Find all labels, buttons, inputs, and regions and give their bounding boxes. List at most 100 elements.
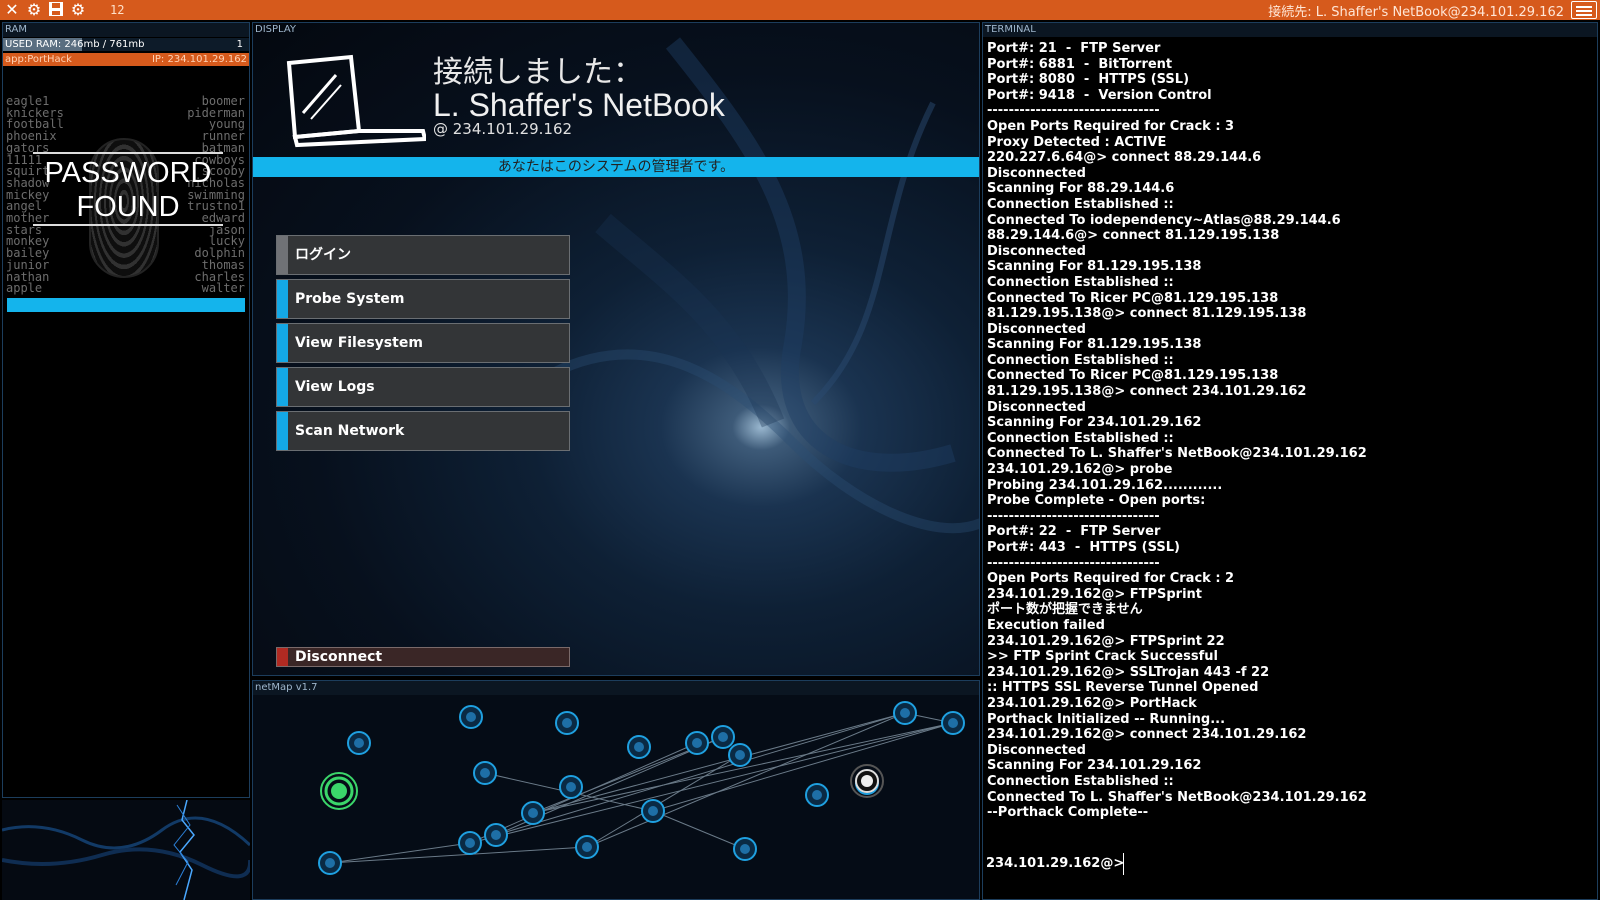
network-node[interactable]	[893, 701, 917, 725]
terminal-line: Connection Established ::	[987, 196, 1174, 212]
terminal-line: 234.101.29.162@> SSLTrojan 443 -f 22	[987, 664, 1270, 680]
terminal-line: 234.101.29.162@> connect 234.101.29.162	[987, 727, 1307, 743]
terminal-line: Connected To L. Shaffer's NetBook@234.10…	[987, 789, 1367, 805]
terminal-prompt[interactable]: 234.101.29.162@>	[986, 856, 1124, 871]
terminal-line: Port#: 6881 - BitTorrent	[987, 56, 1173, 72]
terminal-line: Disconnected	[987, 165, 1086, 181]
disconnect-button[interactable]: Disconnect	[276, 647, 570, 667]
probe-system-label: Probe System	[295, 291, 405, 307]
terminal-line: 81.129.195.138@> connect 234.101.29.162	[987, 384, 1307, 400]
admin-notice: あなたはこのシステムの管理者です。	[253, 157, 979, 177]
terminal-line: Scanning For 81.129.195.138	[987, 259, 1202, 275]
terminal-line: --------------------------------	[987, 103, 1160, 119]
porthack-header[interactable]: app:PortHack IP: 234.101.29.162	[3, 53, 249, 66]
password-found-text: PASSWORD FOUND	[33, 156, 223, 224]
display-panel-title: DISPLAY	[255, 24, 297, 35]
network-node[interactable]	[711, 725, 735, 749]
terminal-line: Connected To iodependency~Atlas@88.29.14…	[987, 212, 1341, 228]
terminal-line: Open Ports Required for Crack : 3	[987, 118, 1235, 134]
button-accent	[277, 324, 288, 362]
terminal-line: --Porthack Complete--	[987, 805, 1149, 821]
terminal-line: Connected To Ricer PC@81.129.195.138	[987, 368, 1279, 384]
network-node[interactable]	[555, 711, 579, 735]
terminal-line: Port#: 8080 - HTTPS (SSL)	[987, 72, 1190, 88]
login-button[interactable]: ログイン	[276, 235, 570, 275]
ram-decoration	[2, 800, 250, 900]
network-node[interactable]	[685, 731, 709, 755]
netmap-panel: netMap v1.7	[252, 680, 980, 900]
network-node[interactable]	[458, 831, 482, 855]
view-logs-button[interactable]: View Logs	[276, 367, 570, 407]
terminal-line: Connection Established ::	[987, 274, 1174, 290]
network-link	[469, 722, 954, 844]
network-link	[532, 722, 954, 814]
home-node[interactable]	[320, 772, 358, 810]
network-node[interactable]	[521, 801, 545, 825]
save-icon[interactable]	[47, 1, 65, 19]
password-found-line1: PASSWORD	[44, 157, 212, 189]
top-bar: ✕ ⚙ ⚙ 12 接続先: L. Shaffer's NetBook@234.1…	[0, 0, 1600, 20]
gear-icon[interactable]: ⚙	[25, 1, 43, 19]
terminal-line: Open Ports Required for Crack : 2	[987, 571, 1235, 587]
ram-panel-title: RAM	[3, 23, 249, 37]
network-node[interactable]	[575, 835, 599, 859]
network-link	[652, 810, 746, 850]
network-link	[329, 846, 588, 864]
network-node[interactable]	[459, 705, 483, 729]
netmap-title: netMap v1.7	[253, 681, 979, 695]
network-node[interactable]	[641, 799, 665, 823]
view-filesystem-label: View Filesystem	[295, 335, 423, 351]
terminal-cursor	[1123, 853, 1124, 875]
network-node[interactable]	[559, 775, 583, 799]
network-node[interactable]	[941, 711, 965, 735]
ram-panel: RAM USED RAM: 246mb / 761mb 1 app:PortHa…	[2, 22, 250, 798]
network-node[interactable]	[728, 743, 752, 767]
terminal-line: Connected To Ricer PC@81.129.195.138	[987, 290, 1279, 306]
network-map	[318, 701, 965, 875]
button-accent	[277, 648, 288, 666]
porthack-window: eagle1 knickers football phoenix gators 11111…	[3, 66, 249, 321]
terminal-line: 81.129.195.138@> connect 81.129.195.138	[987, 306, 1307, 322]
connected-label: 接続しました：	[433, 55, 643, 90]
terminal-line: 234.101.29.162@> probe	[987, 462, 1173, 478]
button-accent	[277, 368, 288, 406]
terminal-line: Disconnected	[987, 243, 1086, 259]
terminal-line: Scanning For 81.129.195.138	[987, 337, 1202, 353]
terminal-line: Probing 234.101.29.162............	[987, 477, 1223, 493]
terminal-line: 88.29.144.6@> connect 81.129.195.138	[987, 228, 1280, 244]
terminal-line: Disconnected	[987, 742, 1086, 758]
network-node[interactable]	[347, 731, 371, 755]
terminal-line: 220.227.6.64@> connect 88.29.144.6	[987, 150, 1262, 166]
terminal-line: Port#: 22 - FTP Server	[987, 524, 1161, 540]
ram-process-count: 1	[236, 39, 243, 50]
terminal-line: >> FTP Sprint Crack Successful	[987, 649, 1218, 665]
network-node[interactable]	[318, 851, 342, 875]
view-filesystem-button[interactable]: View Filesystem	[276, 323, 570, 363]
terminal-line: Scanning For 88.29.144.6	[987, 181, 1175, 197]
terminal-line: Connected To L. Shaffer's NetBook@234.10…	[987, 446, 1367, 462]
probe-system-button[interactable]: Probe System	[276, 279, 570, 319]
scan-network-button[interactable]: Scan Network	[276, 411, 570, 451]
network-node[interactable]	[805, 783, 829, 807]
network-node[interactable]	[627, 735, 651, 759]
scan-network-label: Scan Network	[295, 423, 405, 439]
network-node[interactable]	[733, 837, 757, 861]
terminal-line: :: HTTPS SSL Reverse Tunnel Opened	[987, 680, 1259, 696]
network-link	[495, 712, 906, 836]
terminal-line: Disconnected	[987, 399, 1086, 415]
network-node[interactable]	[473, 761, 497, 785]
network-node[interactable]	[484, 823, 508, 847]
ram-usage-label: USED RAM: 246mb / 761mb	[5, 39, 145, 50]
connected-node[interactable]	[850, 764, 884, 798]
computer-name: L. Shaffer's NetBook	[433, 87, 725, 123]
laptop-icon	[286, 54, 426, 148]
message-icon[interactable]	[1571, 1, 1597, 19]
app-name: app:PortHack	[5, 54, 72, 65]
divider	[33, 224, 223, 226]
divider	[33, 152, 223, 154]
settings-icon[interactable]: ⚙	[69, 1, 87, 19]
display-panel: DISPLAY 接続しました： L. Shaffer's NetBook @ 2…	[252, 22, 980, 676]
terminal-title: TERMINAL	[983, 23, 1597, 37]
close-icon[interactable]: ✕	[3, 1, 21, 19]
terminal-line: 234.101.29.162@> FTPSprint 22	[987, 633, 1225, 649]
